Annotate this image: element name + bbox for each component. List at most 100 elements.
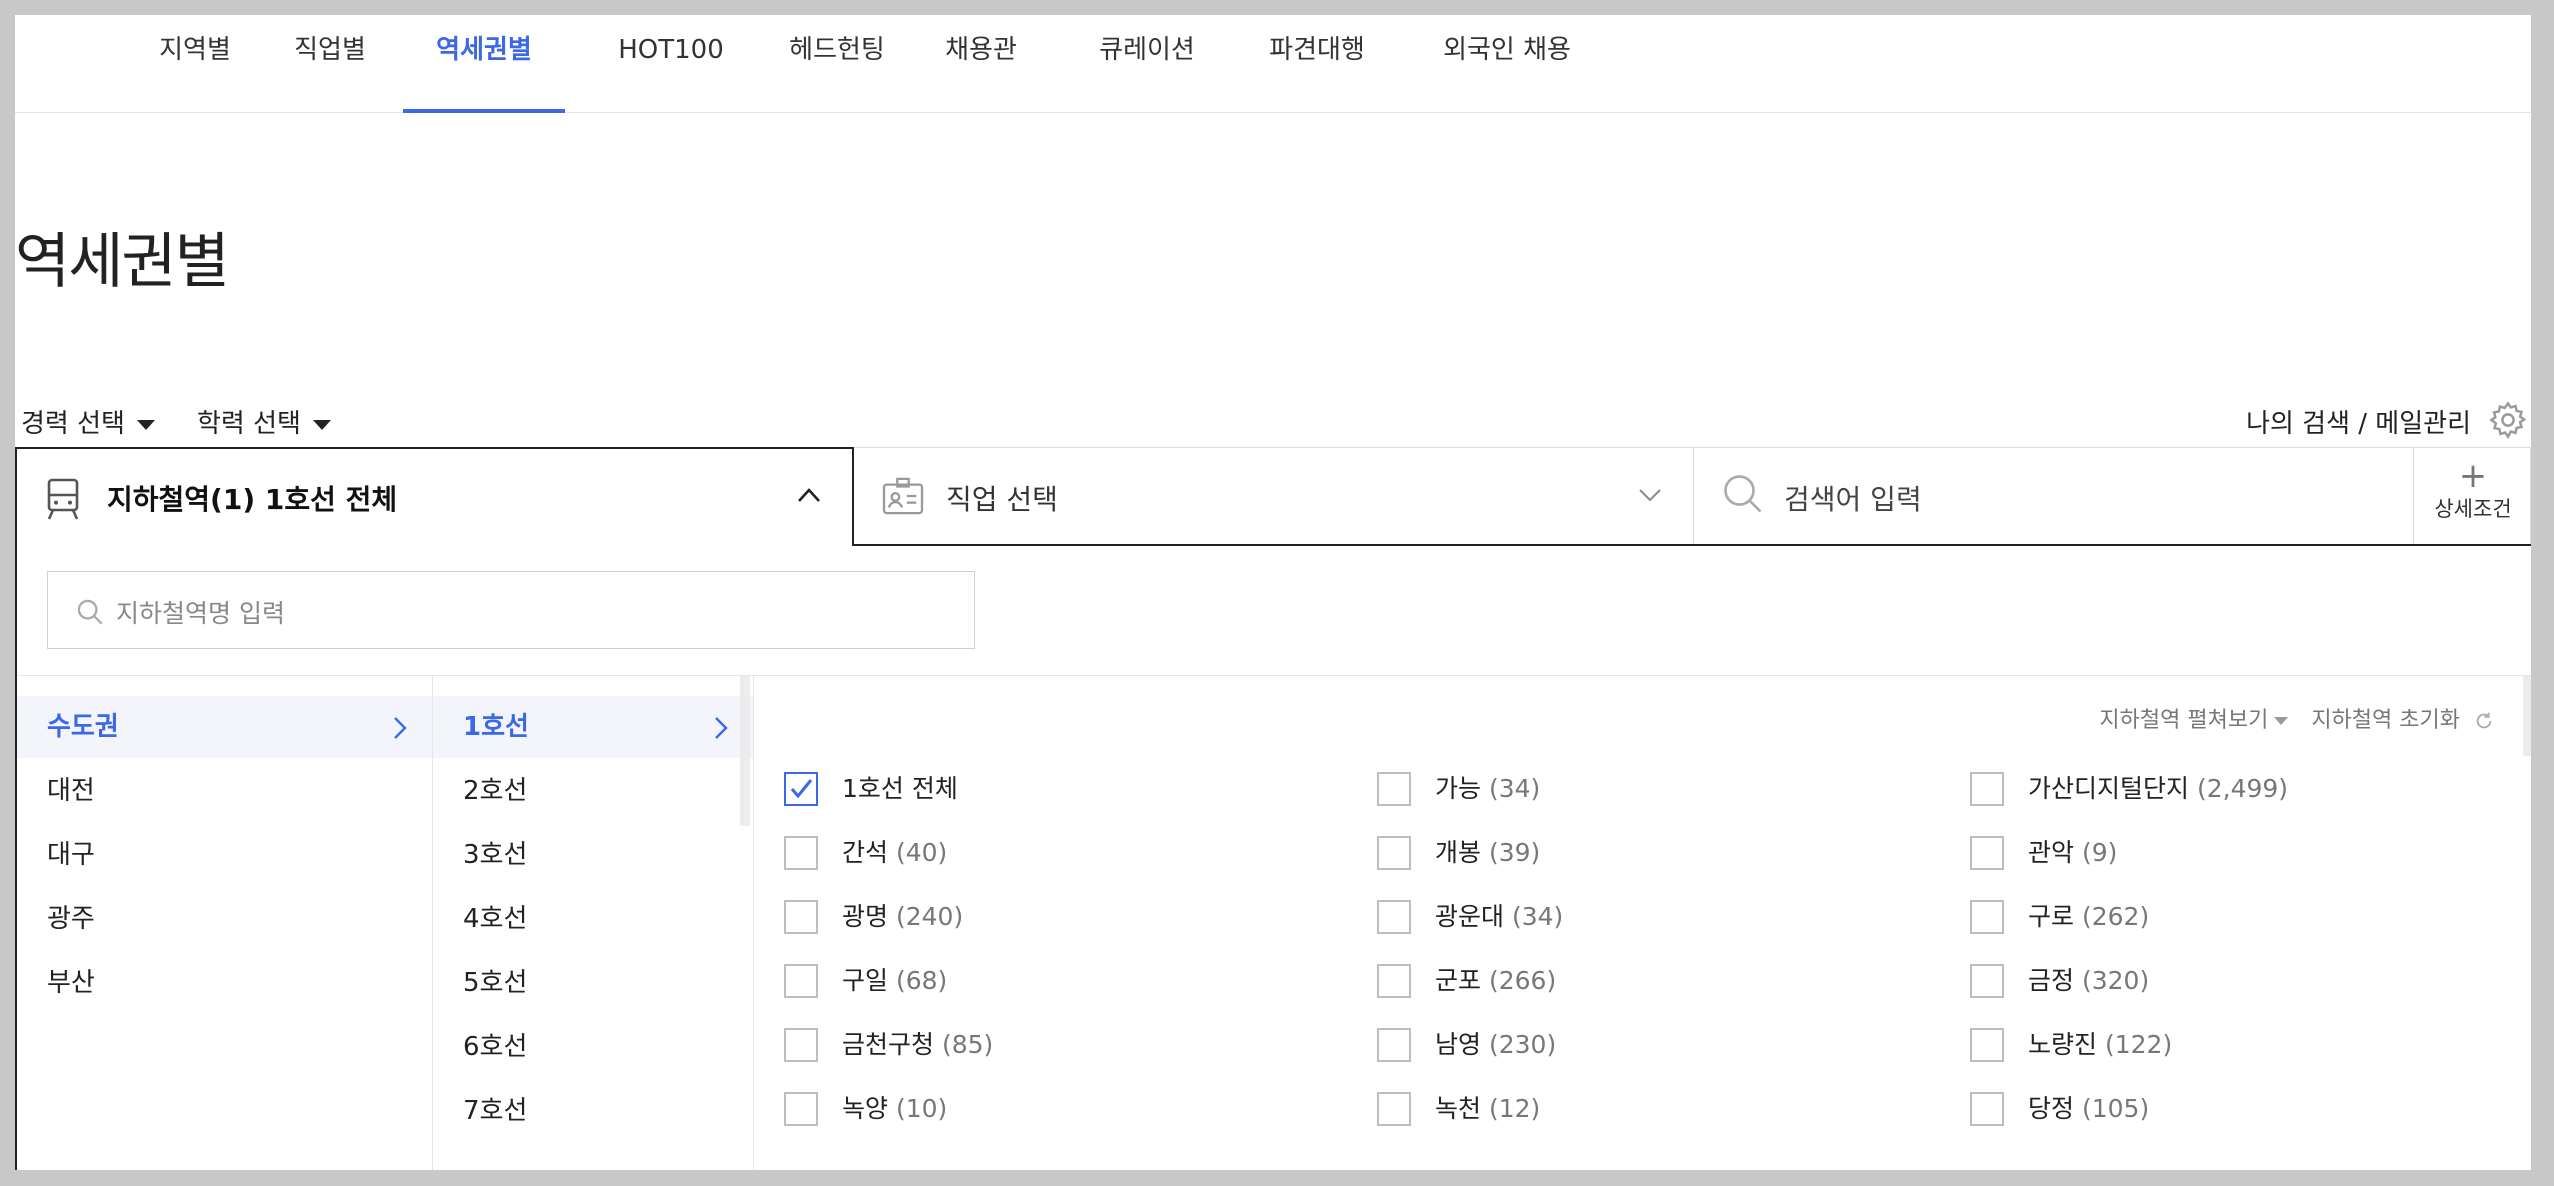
station-name-input[interactable]: 지하철역명 입력 xyxy=(47,571,975,649)
region-item-gwangju[interactable]: 광주 xyxy=(17,888,432,950)
expand-stations-label: 지하철역 펼쳐보기 xyxy=(2099,708,2269,733)
checkbox[interactable] xyxy=(784,964,818,998)
station-option-label: 당정 (105) xyxy=(2028,1092,2149,1126)
station-count: (262) xyxy=(2081,902,2150,931)
tab-station[interactable]: 역세권별 xyxy=(403,15,565,113)
checkbox[interactable] xyxy=(784,900,818,934)
checkbox[interactable] xyxy=(1377,964,1411,998)
app-frame: 지역별 직업별 역세권별 HOT100 헤드헌팅 채용관 큐레이션 파견대행 외… xyxy=(15,15,2531,1170)
station-count: (230) xyxy=(1488,1030,1557,1059)
checkbox[interactable] xyxy=(784,1028,818,1062)
station-option[interactable]: 광명 (240) xyxy=(784,899,1344,939)
line-item-2[interactable]: 2호선 xyxy=(433,760,753,822)
line-item-6[interactable]: 6호선 xyxy=(433,1016,753,1078)
keyword-search[interactable]: 검색어 입력 xyxy=(1694,447,2414,545)
advanced-conditions-button[interactable]: + 상세조건 xyxy=(2415,447,2531,545)
station-option[interactable]: 구일 (68) xyxy=(784,963,1344,1003)
tab-recruit-hall[interactable]: 채용관 xyxy=(931,15,1031,113)
region-list: 수도권 대전 대구 광주 부산 xyxy=(17,676,433,1170)
station-option[interactable]: 당정 (105) xyxy=(1970,1091,2530,1131)
tab-dispatch[interactable]: 파견대행 xyxy=(1255,15,1379,113)
tab-hot100[interactable]: HOT100 xyxy=(599,15,743,113)
station-option[interactable]: 관악 (9) xyxy=(1970,835,2530,875)
station-option-label: 녹양 (10) xyxy=(842,1092,947,1126)
station-count: (105) xyxy=(2081,1094,2150,1123)
checkbox[interactable] xyxy=(1377,1092,1411,1126)
line-item-4[interactable]: 4호선 xyxy=(433,888,753,950)
station-option[interactable]: 녹양 (10) xyxy=(784,1091,1344,1131)
station-option[interactable]: 개봉 (39) xyxy=(1377,835,1937,875)
page-title: 역세권별 xyxy=(15,227,230,297)
station-option[interactable]: 노량진 (122) xyxy=(1970,1027,2530,1067)
job-select[interactable]: 직업 선택 xyxy=(854,447,1694,545)
checkbox-checked[interactable] xyxy=(784,772,818,806)
expand-stations-button[interactable]: 지하철역 펼쳐보기 xyxy=(2099,702,2289,734)
line-item-5[interactable]: 5호선 xyxy=(433,952,753,1014)
station-option[interactable]: 녹천 (12) xyxy=(1377,1091,1937,1131)
station-option[interactable]: 구로 (262) xyxy=(1970,899,2530,939)
station-count: (240) xyxy=(895,902,964,931)
checkbox[interactable] xyxy=(1970,964,2004,998)
checkbox[interactable] xyxy=(1970,836,2004,870)
station-option[interactable]: 가능 (34) xyxy=(1377,771,1937,811)
station-option-label: 개봉 (39) xyxy=(1435,836,1540,870)
career-select[interactable]: 경력 선택 xyxy=(21,403,155,440)
refresh-icon xyxy=(2476,712,2492,729)
station-name: 광운대 xyxy=(1435,902,1505,931)
tab-foreign[interactable]: 외국인 채용 xyxy=(1427,15,1587,113)
education-select[interactable]: 학력 선택 xyxy=(197,403,331,440)
station-option[interactable]: 간석 (40) xyxy=(784,835,1344,875)
station-option[interactable]: 광운대 (34) xyxy=(1377,899,1937,939)
station-option-label: 간석 (40) xyxy=(842,836,947,870)
station-grid-scrollbar[interactable] xyxy=(2523,676,2531,756)
my-search-link[interactable]: 나의 검색 / 메일관리 xyxy=(2246,403,2471,440)
region-item-label: 광주 xyxy=(47,904,95,934)
checkbox[interactable] xyxy=(1377,772,1411,806)
checkbox[interactable] xyxy=(1377,836,1411,870)
reset-stations-button[interactable]: 지하철역 초기화 xyxy=(2311,702,2495,734)
checkbox[interactable] xyxy=(784,1092,818,1126)
region-item-sudogwon[interactable]: 수도권 xyxy=(17,696,432,758)
station-option[interactable]: 군포 (266) xyxy=(1377,963,1937,1003)
station-option-label: 노량진 (122) xyxy=(2028,1028,2172,1062)
checkbox[interactable] xyxy=(1970,1092,2004,1126)
station-option[interactable]: 가산디지털단지 (2,499) xyxy=(1970,771,2530,811)
plus-icon: + xyxy=(2458,456,2488,496)
checkbox[interactable] xyxy=(1377,1028,1411,1062)
gear-icon[interactable] xyxy=(2487,399,2529,441)
line-item-1[interactable]: 1호선 xyxy=(433,696,753,758)
region-item-busan[interactable]: 부산 xyxy=(17,952,432,1014)
search-icon xyxy=(1724,475,1762,513)
station-select[interactable]: 지하철역(1) 1호선 전체 xyxy=(15,447,854,546)
station-name: 금천구청 xyxy=(842,1030,935,1059)
checkbox[interactable] xyxy=(784,836,818,870)
line-item-3[interactable]: 3호선 xyxy=(433,824,753,886)
region-item-label: 대구 xyxy=(47,840,95,870)
line-item-7[interactable]: 7호선 xyxy=(433,1080,753,1142)
station-count: (2,499) xyxy=(2196,774,2289,803)
caret-down-icon xyxy=(312,419,331,430)
station-option-label: 관악 (9) xyxy=(2028,836,2117,870)
tab-job[interactable]: 직업별 xyxy=(280,15,380,113)
station-option[interactable]: 금천구청 (85) xyxy=(784,1027,1344,1067)
checkbox[interactable] xyxy=(1970,900,2004,934)
region-item-daegu[interactable]: 대구 xyxy=(17,824,432,886)
tab-headhunting[interactable]: 헤드헌팅 xyxy=(775,15,899,113)
search-icon xyxy=(77,599,103,625)
tab-region[interactable]: 지역별 xyxy=(145,15,245,113)
region-item-label: 대전 xyxy=(47,776,95,806)
id-card-icon xyxy=(882,477,924,515)
tab-curation[interactable]: 큐레이션 xyxy=(1085,15,1209,113)
station-name: 개봉 xyxy=(1435,838,1482,867)
checkbox[interactable] xyxy=(1970,772,2004,806)
station-count: (266) xyxy=(1488,966,1557,995)
checkbox[interactable] xyxy=(1377,900,1411,934)
checkbox[interactable] xyxy=(1970,1028,2004,1062)
station-name: 간석 xyxy=(842,838,889,867)
station-option[interactable]: 1호선 전체 xyxy=(784,771,1344,811)
station-name: 남영 xyxy=(1435,1030,1482,1059)
station-option[interactable]: 금정 (320) xyxy=(1970,963,2530,1003)
station-option[interactable]: 남영 (230) xyxy=(1377,1027,1937,1067)
line-list-scrollbar[interactable] xyxy=(740,676,750,826)
region-item-daejeon[interactable]: 대전 xyxy=(17,760,432,822)
